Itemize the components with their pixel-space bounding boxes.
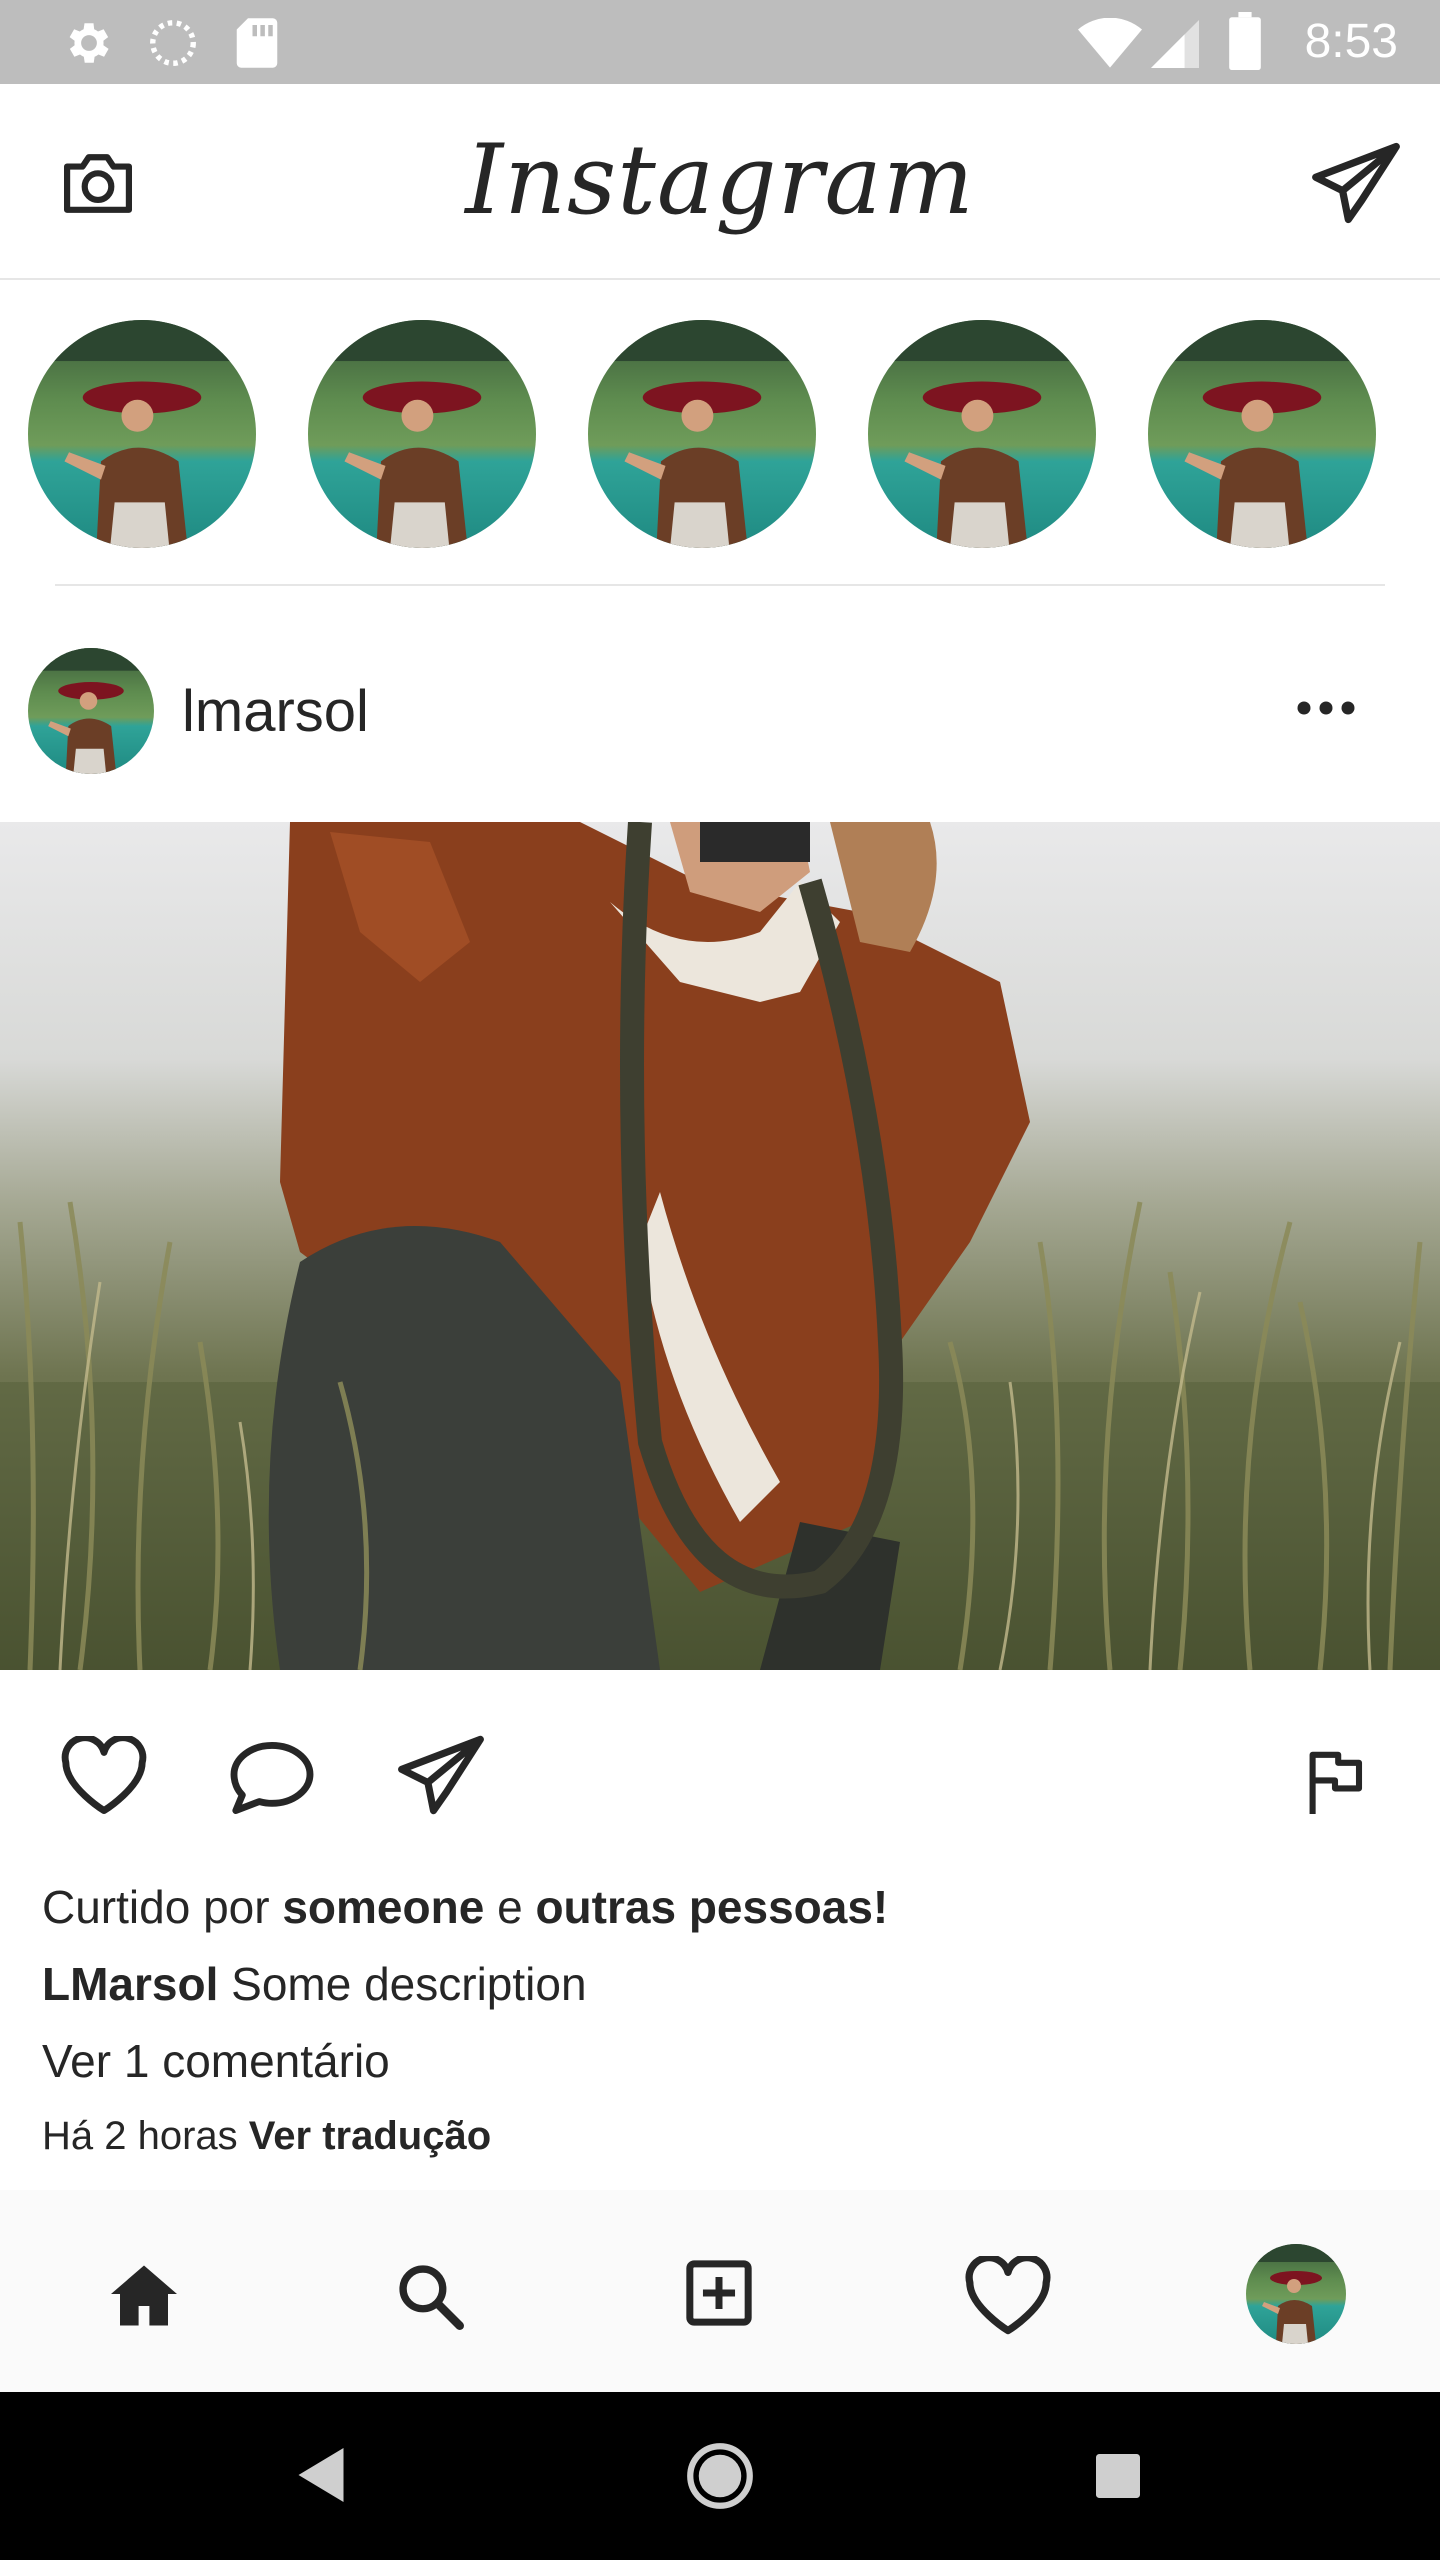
add-post-icon[interactable] (684, 2258, 754, 2328)
story-avatar[interactable] (868, 320, 1096, 548)
caption-text: Some description (231, 1958, 587, 2010)
translate-link[interactable]: Ver tradução (249, 2114, 491, 2158)
story-avatar[interactable] (588, 320, 816, 548)
liked-by-and: e (497, 1881, 523, 1933)
liked-by-prefix: Curtido por (42, 1881, 270, 1933)
wifi-icon (1078, 18, 1142, 68)
home-button-icon[interactable] (686, 2442, 754, 2510)
likes-line: Curtido por someone e outras pessoas! (42, 1880, 888, 1934)
post-photo[interactable] (0, 822, 1440, 1670)
battery-icon (1229, 12, 1261, 70)
post-meta-line: Há 2 horas Ver tradução (42, 2114, 491, 2159)
profile-avatar[interactable] (1246, 2244, 1346, 2344)
instagram-logo[interactable]: Instagram (0, 124, 1440, 236)
story-avatar[interactable] (308, 320, 536, 548)
search-icon[interactable] (396, 2262, 464, 2330)
post-actions (0, 1670, 1440, 1880)
like-heart-icon[interactable] (60, 1736, 148, 1816)
bottom-navigation (0, 2190, 1440, 2392)
settings-icon (69, 23, 109, 63)
story-avatar[interactable] (28, 320, 256, 548)
activity-heart-icon[interactable] (964, 2256, 1052, 2336)
stories-row (0, 282, 1440, 584)
direct-message-icon[interactable] (1310, 140, 1402, 226)
view-comments-link[interactable]: Ver 1 comentário (42, 2034, 390, 2088)
home-icon[interactable] (108, 2262, 180, 2326)
comment-icon[interactable] (228, 1740, 316, 1816)
sync-icon (150, 20, 196, 66)
post-author-avatar[interactable] (28, 648, 154, 774)
report-flag-icon[interactable] (1306, 1750, 1364, 1814)
liked-by-others-link[interactable]: outras pessoas! (535, 1881, 888, 1933)
more-options-icon[interactable] (1296, 700, 1356, 716)
recents-icon[interactable] (1096, 2454, 1140, 2498)
post-time: Há 2 horas (42, 2114, 238, 2158)
status-bar: 8:53 (0, 0, 1440, 84)
liked-by-user-link[interactable]: someone (282, 1881, 484, 1933)
post-username[interactable]: lmarsol (182, 678, 369, 745)
system-navigation-bar (0, 2392, 1440, 2560)
top-app-bar: Instagram (0, 84, 1440, 280)
post-header: lmarsol (0, 586, 1440, 822)
signal-icon (1151, 20, 1199, 68)
caption-username[interactable]: LMarsol (42, 1958, 218, 2010)
status-time: 8:53 (1304, 15, 1398, 68)
share-icon[interactable] (396, 1732, 486, 1818)
caption-line: LMarsol Some description (42, 1957, 587, 2011)
story-avatar[interactable] (1148, 320, 1376, 548)
back-icon[interactable] (298, 2448, 344, 2502)
sd-card-icon (236, 18, 278, 68)
